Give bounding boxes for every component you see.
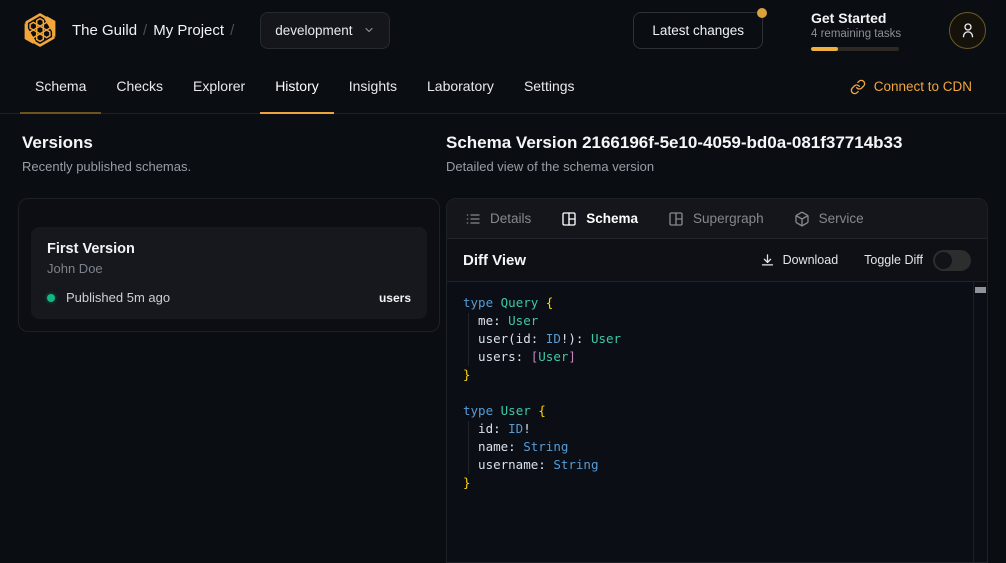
toggle-diff-control: Toggle Diff: [864, 250, 971, 271]
person-icon: [959, 21, 977, 39]
version-detail-panel: Schema Version 2166196f-5e10-4059-bd0a-0…: [446, 114, 988, 563]
code-line: [463, 384, 971, 402]
columns-icon: [561, 211, 577, 227]
version-detail-card: Details Schema Supergraph: [446, 198, 988, 563]
download-label: Download: [783, 253, 839, 267]
code-line: user(id: ID!): User: [463, 330, 971, 348]
nav-spacer: [590, 60, 850, 113]
target-selector-value: development: [275, 23, 352, 38]
versions-subtitle: Recently published schemas.: [22, 159, 446, 174]
detail-tab-label: Service: [819, 211, 864, 226]
diff-view-title: Diff View: [463, 252, 526, 269]
detail-tab-label: Details: [490, 211, 531, 226]
service-badge: users: [379, 291, 411, 305]
cube-icon: [794, 211, 810, 227]
version-detail-subtitle: Detailed view of the schema version: [446, 159, 988, 174]
download-icon: [760, 253, 775, 268]
progress-fill: [811, 47, 838, 51]
version-detail-title: Schema Version 2166196f-5e10-4059-bd0a-0…: [446, 132, 988, 154]
code-line: type User {: [463, 402, 971, 420]
tab-schema[interactable]: Schema: [20, 60, 101, 114]
tab-history[interactable]: History: [260, 60, 334, 114]
code-line: }: [463, 366, 971, 384]
detail-tab-supergraph[interactable]: Supergraph: [668, 211, 764, 227]
header-right: Latest changes Get Started 4 remaining t…: [633, 10, 986, 51]
download-button[interactable]: Download: [760, 253, 839, 268]
detail-tab-schema[interactable]: Schema: [561, 211, 638, 227]
detail-tab-label: Schema: [586, 211, 638, 226]
breadcrumb: The Guild / My Project /: [72, 22, 240, 39]
get-started-widget[interactable]: Get Started 4 remaining tasks: [811, 10, 901, 51]
detail-tab-label: Supergraph: [693, 211, 764, 226]
app-root: The Guild / My Project / development Lat…: [0, 0, 1006, 563]
scrollbar-thumb[interactable]: [975, 287, 986, 293]
latest-changes-label: Latest changes: [652, 23, 744, 38]
tab-explorer[interactable]: Explorer: [178, 60, 260, 114]
version-list-item[interactable]: First Version John Doe Published 5m ago …: [31, 227, 427, 319]
indent-guide: [468, 313, 469, 366]
version-status-row: Published 5m ago users: [47, 290, 411, 305]
tab-laboratory[interactable]: Laboratory: [412, 60, 509, 114]
app-header: The Guild / My Project / development Lat…: [0, 0, 1006, 60]
breadcrumb-org[interactable]: The Guild: [72, 22, 137, 39]
code-line: username: String: [463, 456, 971, 474]
code-line: type Query {: [463, 294, 971, 312]
versions-list-card: First Version John Doe Published 5m ago …: [18, 198, 440, 332]
breadcrumb-separator: /: [230, 22, 234, 39]
get-started-progress-bar: [811, 47, 899, 51]
version-status-text: Published 5m ago: [66, 290, 170, 305]
main-content: Versions Recently published schemas. Fir…: [0, 114, 1006, 563]
code-line: }: [463, 474, 971, 492]
breadcrumb-separator: /: [143, 22, 147, 39]
version-name: First Version: [47, 241, 411, 257]
code-line: users: [User]: [463, 348, 971, 366]
version-author: John Doe: [47, 261, 411, 276]
schema-code-viewer[interactable]: type Query { me: User user(id: ID!): Use…: [447, 282, 987, 562]
code-scrollbar[interactable]: [973, 282, 987, 562]
breadcrumb-project[interactable]: My Project: [153, 22, 224, 39]
chevron-down-icon: [363, 24, 375, 36]
versions-title: Versions: [22, 132, 446, 154]
code-line: id: ID!: [463, 420, 971, 438]
link-icon: [850, 79, 866, 95]
indent-guide: [468, 421, 469, 474]
tab-settings[interactable]: Settings: [509, 60, 590, 114]
header-left: The Guild / My Project / development: [20, 10, 390, 50]
diff-toolbar: Diff View Download Toggle Diff: [447, 239, 987, 282]
get-started-subtitle: 4 remaining tasks: [811, 28, 901, 40]
versions-panel: Versions Recently published schemas. Fir…: [0, 114, 446, 563]
columns-icon: [668, 211, 684, 227]
switch-knob: [935, 252, 952, 269]
connect-to-cdn-label: Connect to CDN: [874, 79, 972, 94]
main-nav: Schema Checks Explorer History Insights …: [0, 60, 1006, 114]
detail-tab-details[interactable]: Details: [465, 211, 531, 227]
latest-changes-button[interactable]: Latest changes: [633, 12, 763, 49]
graphql-code: type Query { me: User user(id: ID!): Use…: [447, 282, 987, 504]
published-status-dot: [47, 294, 55, 302]
notification-dot: [757, 8, 767, 18]
code-line: me: User: [463, 312, 971, 330]
detail-tab-service[interactable]: Service: [794, 211, 864, 227]
detail-tab-bar: Details Schema Supergraph: [447, 199, 987, 239]
user-avatar[interactable]: [949, 12, 986, 49]
toggle-diff-switch[interactable]: [933, 250, 971, 271]
code-line: name: String: [463, 438, 971, 456]
target-selector-dropdown[interactable]: development: [260, 12, 389, 49]
connect-to-cdn-link[interactable]: Connect to CDN: [850, 79, 972, 95]
tab-insights[interactable]: Insights: [334, 60, 412, 114]
tab-checks[interactable]: Checks: [101, 60, 178, 114]
toggle-diff-label: Toggle Diff: [864, 253, 923, 267]
get-started-title: Get Started: [811, 10, 901, 27]
list-icon: [465, 211, 481, 227]
hive-logo-icon[interactable]: [20, 10, 60, 50]
diff-actions: Download Toggle Diff: [760, 250, 971, 271]
